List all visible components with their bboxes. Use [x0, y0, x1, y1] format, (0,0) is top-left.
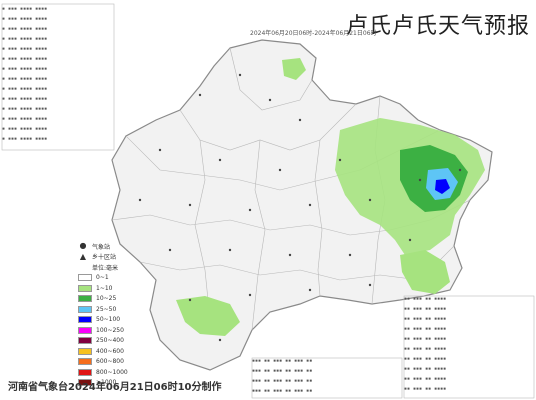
- table-row: ▪ ▪▪▪ ▪▪▪▪ ▪▪▪▪: [2, 26, 48, 32]
- table-row: ▪ ▪▪▪ ▪▪▪▪ ▪▪▪▪: [2, 116, 48, 122]
- legend-label: 乡十区站: [92, 254, 117, 262]
- table-row: ▪ ▪▪▪ ▪▪▪▪ ▪▪▪▪: [2, 56, 48, 62]
- station-dot: [238, 73, 242, 77]
- station-dot: [218, 158, 222, 162]
- legend-swatch: [78, 337, 92, 345]
- table-row: ▪▪ ▪▪▪ ▪▪ ▪▪▪▪: [404, 326, 447, 332]
- table-row: ▪ ▪▪▪ ▪▪▪▪ ▪▪▪▪: [2, 46, 48, 52]
- legend-label: 单位:毫米: [92, 264, 119, 272]
- table-row: ▪▪ ▪▪▪ ▪▪ ▪▪▪▪: [404, 356, 447, 362]
- station-dot: [408, 238, 412, 242]
- legend-swatch: [78, 347, 92, 355]
- station-dot: [298, 118, 302, 122]
- legend-swatch: [78, 316, 92, 324]
- legend-item: 25~50: [78, 304, 148, 315]
- station-dot: [138, 198, 142, 202]
- legend-item: 50~100: [78, 315, 148, 326]
- legend-item: ▲ 乡十区站: [78, 252, 148, 263]
- legend-label: 100~250: [96, 326, 124, 334]
- legend-item: 400~600: [78, 346, 148, 357]
- table-row: ▪▪▪ ▪▪ ▪▪▪ ▪▪ ▪▪▪ ▪▪: [252, 378, 313, 384]
- legend-label: 400~600: [96, 347, 124, 355]
- table-row: ▪ ▪▪▪ ▪▪▪▪ ▪▪▪▪: [2, 96, 48, 102]
- table-row: ▪▪ ▪▪▪ ▪▪ ▪▪▪▪: [404, 346, 447, 352]
- map-credit: 河南省气象台2024年06月21日06时10分制作: [8, 382, 222, 393]
- legend-label: 1~10: [96, 284, 113, 292]
- station-dot: [368, 198, 372, 202]
- top-left-station-table: ▪ ▪▪▪ ▪▪▪▪ ▪▪▪▪ ▪ ▪▪▪ ▪▪▪▪ ▪▪▪▪ ▪ ▪▪▪ ▪▪…: [2, 4, 114, 150]
- station-dot: [308, 203, 312, 207]
- station-dot: [188, 203, 192, 207]
- legend-label: 800~1000: [96, 368, 128, 376]
- legend-label: 10~25: [96, 295, 117, 303]
- legend-label: 250~400: [96, 337, 124, 345]
- table-row: ▪▪ ▪▪▪ ▪▪ ▪▪▪▪: [404, 296, 447, 302]
- legend-label: 25~50: [96, 305, 117, 313]
- legend-item: 单位:毫米: [78, 262, 148, 273]
- legend-label: 气象站: [92, 243, 111, 251]
- table-row: ▪▪ ▪▪▪ ▪▪ ▪▪▪▪: [404, 316, 447, 322]
- bottom-station-table: ▪▪▪ ▪▪ ▪▪▪ ▪▪ ▪▪▪ ▪▪ ▪▪▪ ▪▪ ▪▪▪ ▪▪ ▪▪▪ ▪…: [252, 358, 402, 400]
- station-dot: [248, 293, 252, 297]
- station-dot: [218, 338, 222, 342]
- table-row: ▪ ▪▪▪ ▪▪▪▪ ▪▪▪▪: [2, 76, 48, 82]
- station-dot: [278, 168, 282, 172]
- legend-item: 600~800: [78, 357, 148, 368]
- station-dot: [168, 248, 172, 252]
- station-dot: [338, 158, 342, 162]
- table-row: ▪▪ ▪▪▪ ▪▪ ▪▪▪▪: [404, 376, 447, 382]
- legend-item: 800~1000: [78, 367, 148, 378]
- table-row: ▪▪▪ ▪▪ ▪▪▪ ▪▪ ▪▪▪ ▪▪: [252, 368, 313, 374]
- table-row: ▪ ▪▪▪ ▪▪▪▪ ▪▪▪▪: [2, 126, 48, 132]
- station-dot: [418, 178, 422, 182]
- legend-item: 100~250: [78, 325, 148, 336]
- table-row: ▪ ▪▪▪ ▪▪▪▪ ▪▪▪▪: [2, 86, 48, 92]
- table-row: ▪ ▪▪▪ ▪▪▪▪ ▪▪▪▪: [2, 136, 48, 142]
- bottom-right-station-table: ▪▪ ▪▪▪ ▪▪ ▪▪▪▪ ▪▪ ▪▪▪ ▪▪ ▪▪▪▪ ▪▪ ▪▪▪ ▪▪ …: [404, 296, 534, 400]
- table-row: ▪ ▪▪▪ ▪▪▪▪ ▪▪▪▪: [2, 106, 48, 112]
- station-dot: [348, 253, 352, 257]
- legend-swatch: [78, 358, 92, 366]
- table-row: ▪▪ ▪▪▪ ▪▪ ▪▪▪▪: [404, 366, 447, 372]
- legend-symbol: ●: [79, 241, 87, 251]
- legend-swatch: [78, 368, 92, 376]
- station-dot: [158, 148, 162, 152]
- legend-item: 1~10: [78, 283, 148, 294]
- station-dot: [268, 98, 272, 102]
- table-row: ▪ ▪▪▪ ▪▪▪▪ ▪▪▪▪: [2, 66, 48, 72]
- legend-swatch: [78, 326, 92, 334]
- legend-swatch: [78, 295, 92, 303]
- table-row: ▪ ▪▪▪ ▪▪▪▪ ▪▪▪▪: [2, 16, 48, 22]
- station-dot: [308, 288, 312, 292]
- station-dot: [248, 208, 252, 212]
- legend-symbol: ▲: [79, 251, 87, 261]
- map-header: 2024年06月20日06时-2024年06月21日06时: [250, 30, 377, 37]
- table-row: ▪▪▪ ▪▪ ▪▪▪ ▪▪ ▪▪▪ ▪▪: [252, 358, 313, 364]
- table-row: ▪ ▪▪▪ ▪▪▪▪ ▪▪▪▪: [2, 6, 48, 12]
- table-row: ▪▪▪ ▪▪ ▪▪▪ ▪▪ ▪▪▪ ▪▪: [252, 388, 313, 394]
- legend-swatch: [78, 284, 92, 292]
- legend-label: 0~1: [96, 274, 109, 282]
- station-dot: [228, 248, 232, 252]
- legend-item: ● 气象站: [78, 241, 148, 252]
- station-dot: [198, 93, 202, 97]
- table-row: ▪ ▪▪▪ ▪▪▪▪ ▪▪▪▪: [2, 36, 48, 42]
- legend-item: 10~25: [78, 294, 148, 305]
- table-row: ▪▪ ▪▪▪ ▪▪ ▪▪▪▪: [404, 386, 447, 392]
- station-dot: [368, 283, 372, 287]
- legend: ● 气象站 ▲ 乡十区站单位:毫米 0~1 1~10 10~25 25~50 50~100 100…: [78, 241, 148, 388]
- table-row: ▪▪ ▪▪▪ ▪▪ ▪▪▪▪: [404, 306, 447, 312]
- legend-label: 50~100: [96, 316, 121, 324]
- station-dot: [188, 298, 192, 302]
- station-dot: [288, 253, 292, 257]
- legend-swatch: [78, 274, 92, 282]
- station-dot: [458, 168, 462, 172]
- legend-item: 0~1: [78, 273, 148, 284]
- legend-label: 600~800: [96, 358, 124, 366]
- legend-swatch: [78, 305, 92, 313]
- legend-item: 250~400: [78, 336, 148, 347]
- table-row: ▪▪ ▪▪▪ ▪▪ ▪▪▪▪: [404, 336, 447, 342]
